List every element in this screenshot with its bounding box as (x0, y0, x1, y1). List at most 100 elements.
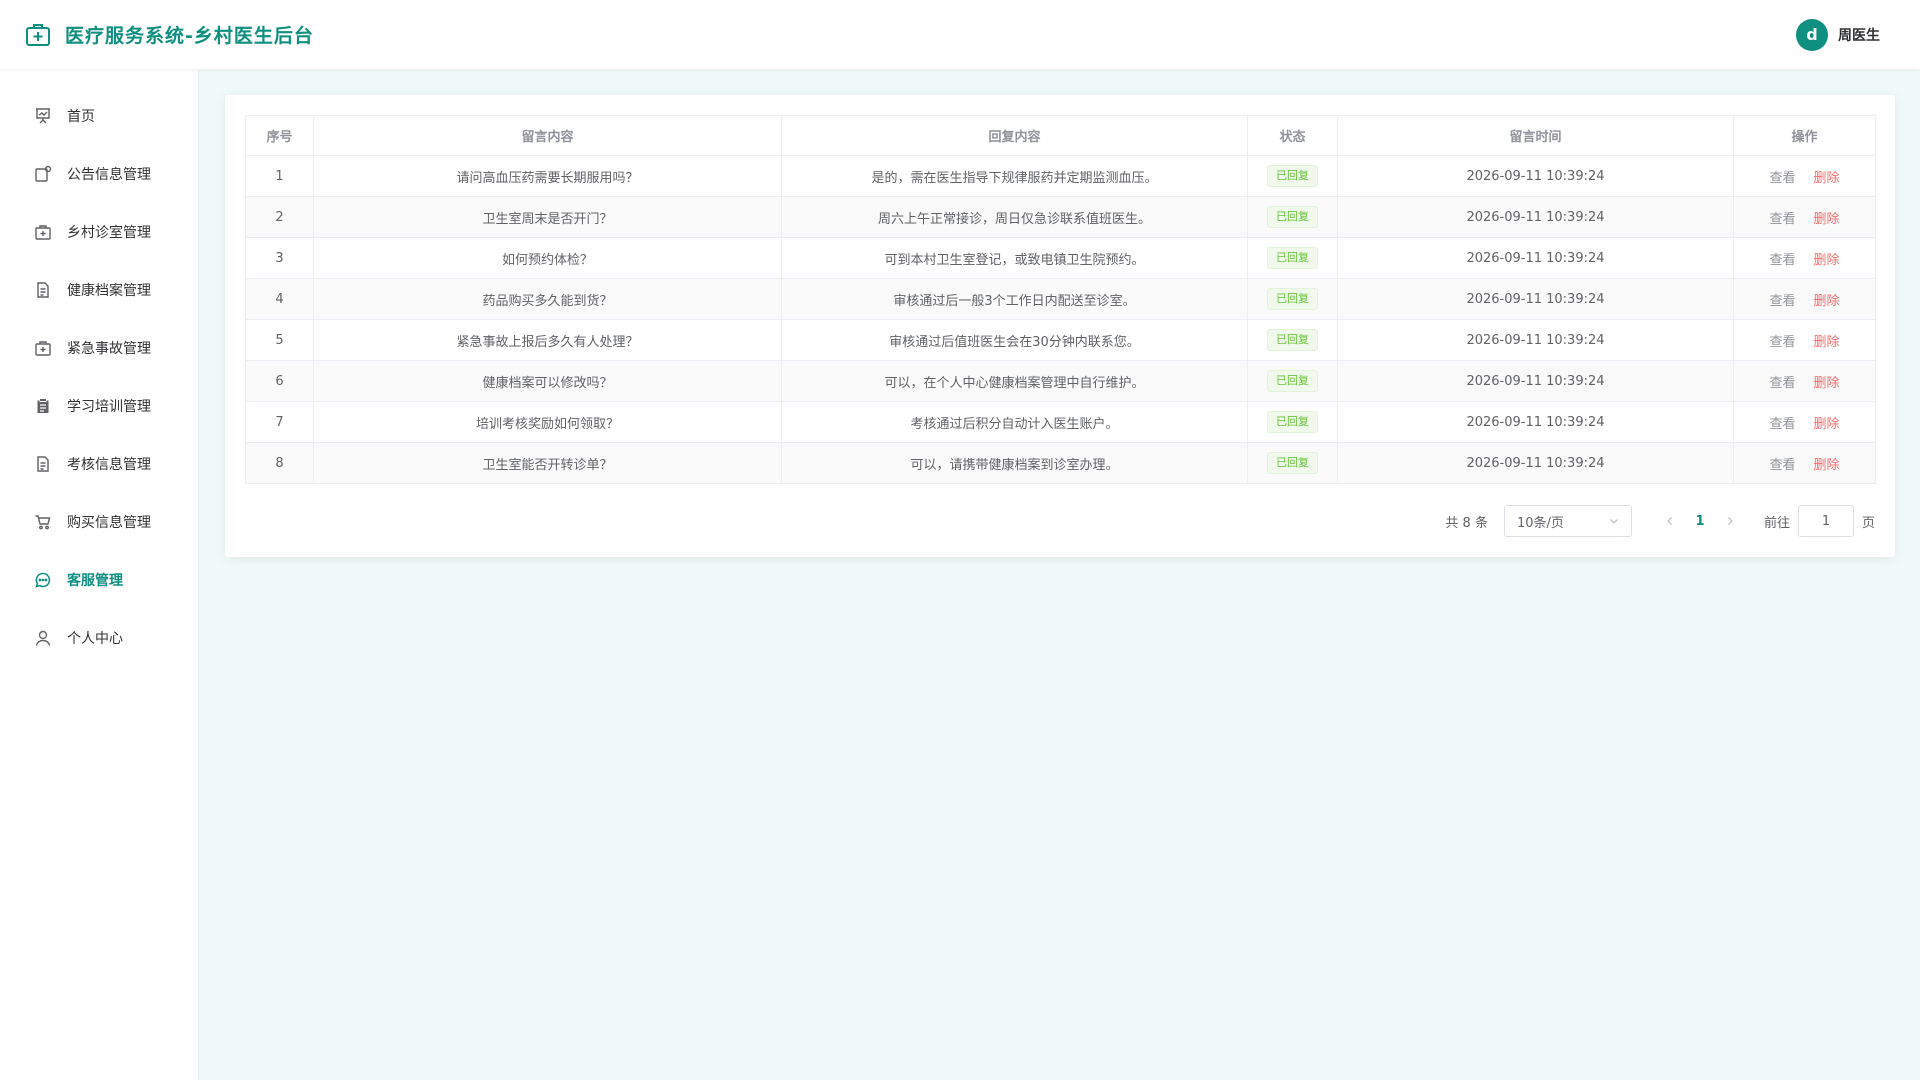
user-icon (34, 629, 52, 647)
sidebar-item-health-records[interactable]: 健康档案管理 (0, 261, 198, 319)
message-table: 序号 留言内容 回复内容 状态 留言时间 操作 1 请问高血压药需要长期服用吗？… (245, 115, 1876, 484)
sidebar-item-label: 购买信息管理 (67, 515, 151, 531)
avatar[interactable]: d (1796, 18, 1828, 51)
cell-reply: 是的，需在医生指导下规律服药并定期监测血压。 (781, 155, 1248, 197)
cell-index: 4 (245, 278, 314, 320)
total-count: 共 8 条 (1445, 515, 1488, 531)
column-header-actions: 操作 (1733, 115, 1876, 156)
sidebar-item-home[interactable]: 首页 (0, 87, 198, 145)
chevron-right-icon (1728, 517, 1733, 525)
cell-message: 紧急事故上报后多久有人处理？ (313, 319, 782, 361)
sidebar-item-purchase[interactable]: 购买信息管理 (0, 493, 198, 551)
page-number-current[interactable]: 1 (1684, 514, 1716, 529)
cell-status: 已回复 (1247, 442, 1338, 484)
cell-reply: 审核通过后一般3个工作日内配送至诊室。 (781, 278, 1248, 320)
delete-button[interactable]: 删除 (1814, 212, 1840, 227)
next-page-button[interactable] (1716, 507, 1744, 535)
cell-actions: 查看 删除 (1733, 278, 1876, 320)
sidebar-item-training[interactable]: 学习培训管理 (0, 377, 198, 435)
goto-page-input[interactable] (1797, 505, 1854, 537)
cell-reply: 审核通过后值班医生会在30分钟内联系您。 (781, 319, 1248, 361)
table-row: 5 紧急事故上报后多久有人处理？ 审核通过后值班医生会在30分钟内联系您。 已回… (245, 319, 1876, 361)
cell-message: 卫生室周末是否开门？ (313, 196, 782, 238)
status-badge: 已回复 (1267, 411, 1318, 433)
table-row: 8 卫生室能否开转诊单？ 可以，请携带健康档案到诊室办理。 已回复 2026-0… (245, 442, 1876, 484)
page-size-select[interactable]: 10条/页 (1503, 505, 1632, 537)
cell-reply: 可以，在个人中心健康档案管理中自行维护。 (781, 360, 1248, 402)
page-size-value: 10条/页 (1516, 515, 1564, 531)
column-header-reply: 回复内容 (781, 115, 1248, 156)
cell-status: 已回复 (1247, 196, 1338, 238)
user-name[interactable]: 周医生 (1838, 25, 1880, 45)
cell-actions: 查看 删除 (1733, 319, 1876, 361)
delete-button[interactable]: 删除 (1814, 376, 1840, 391)
delete-button[interactable]: 删除 (1814, 417, 1840, 432)
content-card: 序号 留言内容 回复内容 状态 留言时间 操作 1 请问高血压药需要长期服用吗？… (225, 95, 1895, 557)
clipboard-icon (34, 397, 52, 415)
table-header-row: 序号 留言内容 回复内容 状态 留言时间 操作 (245, 115, 1876, 156)
sidebar-item-profile[interactable]: 个人中心 (0, 609, 198, 667)
cell-actions: 查看 删除 (1733, 237, 1876, 279)
presentation-icon (34, 107, 52, 125)
table-row: 2 卫生室周末是否开门？ 周六上午正常接诊，周日仅急诊联系值班医生。 已回复 2… (245, 196, 1876, 238)
cell-message: 药品购买多久能到货？ (313, 278, 782, 320)
column-header-index: 序号 (245, 115, 314, 156)
sidebar-item-clinic[interactable]: 乡村诊室管理 (0, 203, 198, 261)
top-header: 医疗服务系统-乡村医生后台 d 周医生 (0, 0, 1920, 69)
pagination: 共 8 条 10条/页 1 前往 页 (1445, 505, 1875, 537)
view-button[interactable]: 查看 (1769, 335, 1795, 350)
cell-time: 2026-09-11 10:39:24 (1337, 278, 1734, 320)
table-row: 3 如何预约体检？ 可到本村卫生室登记，或致电镇卫生院预约。 已回复 2026-… (245, 237, 1876, 279)
sidebar-item-label: 乡村诊室管理 (67, 225, 151, 241)
sidebar-item-label: 公告信息管理 (67, 167, 151, 183)
delete-button[interactable]: 删除 (1814, 171, 1840, 186)
cell-index: 8 (245, 442, 314, 484)
cell-index: 3 (245, 237, 314, 279)
view-button[interactable]: 查看 (1769, 417, 1795, 432)
view-button[interactable]: 查看 (1769, 458, 1795, 473)
document-icon (34, 281, 52, 299)
cell-message: 卫生室能否开转诊单？ (313, 442, 782, 484)
status-badge: 已回复 (1267, 165, 1318, 187)
sidebar-item-customer-service[interactable]: 客服管理 (0, 551, 198, 609)
view-button[interactable]: 查看 (1769, 294, 1795, 309)
view-button[interactable]: 查看 (1769, 376, 1795, 391)
delete-button[interactable]: 删除 (1814, 253, 1840, 268)
cell-index: 1 (245, 155, 314, 197)
prev-page-button[interactable] (1656, 507, 1684, 535)
status-badge: 已回复 (1267, 370, 1318, 392)
view-button[interactable]: 查看 (1769, 171, 1795, 186)
cell-index: 7 (245, 401, 314, 443)
table-row: 6 健康档案可以修改吗？ 可以，在个人中心健康档案管理中自行维护。 已回复 20… (245, 360, 1876, 402)
cell-time: 2026-09-11 10:39:24 (1337, 442, 1734, 484)
view-button[interactable]: 查看 (1769, 212, 1795, 227)
sidebar-item-assessment[interactable]: 考核信息管理 (0, 435, 198, 493)
cell-status: 已回复 (1247, 360, 1338, 402)
user-menu[interactable]: d 周医生 (1796, 18, 1880, 51)
sidebar-item-emergency[interactable]: 紧急事故管理 (0, 319, 198, 377)
cell-message: 请问高血压药需要长期服用吗？ (313, 155, 782, 197)
sidebar-item-label: 紧急事故管理 (67, 341, 151, 357)
cell-time: 2026-09-11 10:39:24 (1337, 155, 1734, 197)
sidebar: 首页 公告信息管理 乡村诊室管理 健康档案管理 紧急事故管理 学习培训管理 考核… (0, 69, 199, 1080)
status-badge: 已回复 (1267, 206, 1318, 228)
cell-actions: 查看 删除 (1733, 401, 1876, 443)
delete-button[interactable]: 删除 (1814, 294, 1840, 309)
file-icon (34, 455, 52, 473)
cell-status: 已回复 (1247, 319, 1338, 361)
view-button[interactable]: 查看 (1769, 253, 1795, 268)
status-badge: 已回复 (1267, 288, 1318, 310)
sidebar-item-notice[interactable]: 公告信息管理 (0, 145, 198, 203)
cell-index: 6 (245, 360, 314, 402)
cell-reply: 考核通过后积分自动计入医生账户。 (781, 401, 1248, 443)
table-row: 7 培训考核奖励如何领取？ 考核通过后积分自动计入医生账户。 已回复 2026-… (245, 401, 1876, 443)
delete-button[interactable]: 删除 (1814, 335, 1840, 350)
sidebar-item-label: 健康档案管理 (67, 283, 151, 299)
cell-actions: 查看 删除 (1733, 442, 1876, 484)
table-row: 4 药品购买多久能到货？ 审核通过后一般3个工作日内配送至诊室。 已回复 202… (245, 278, 1876, 320)
status-badge: 已回复 (1267, 247, 1318, 269)
cell-reply: 可以，请携带健康档案到诊室办理。 (781, 442, 1248, 484)
chat-icon (34, 571, 52, 589)
cell-time: 2026-09-11 10:39:24 (1337, 196, 1734, 238)
delete-button[interactable]: 删除 (1814, 458, 1840, 473)
